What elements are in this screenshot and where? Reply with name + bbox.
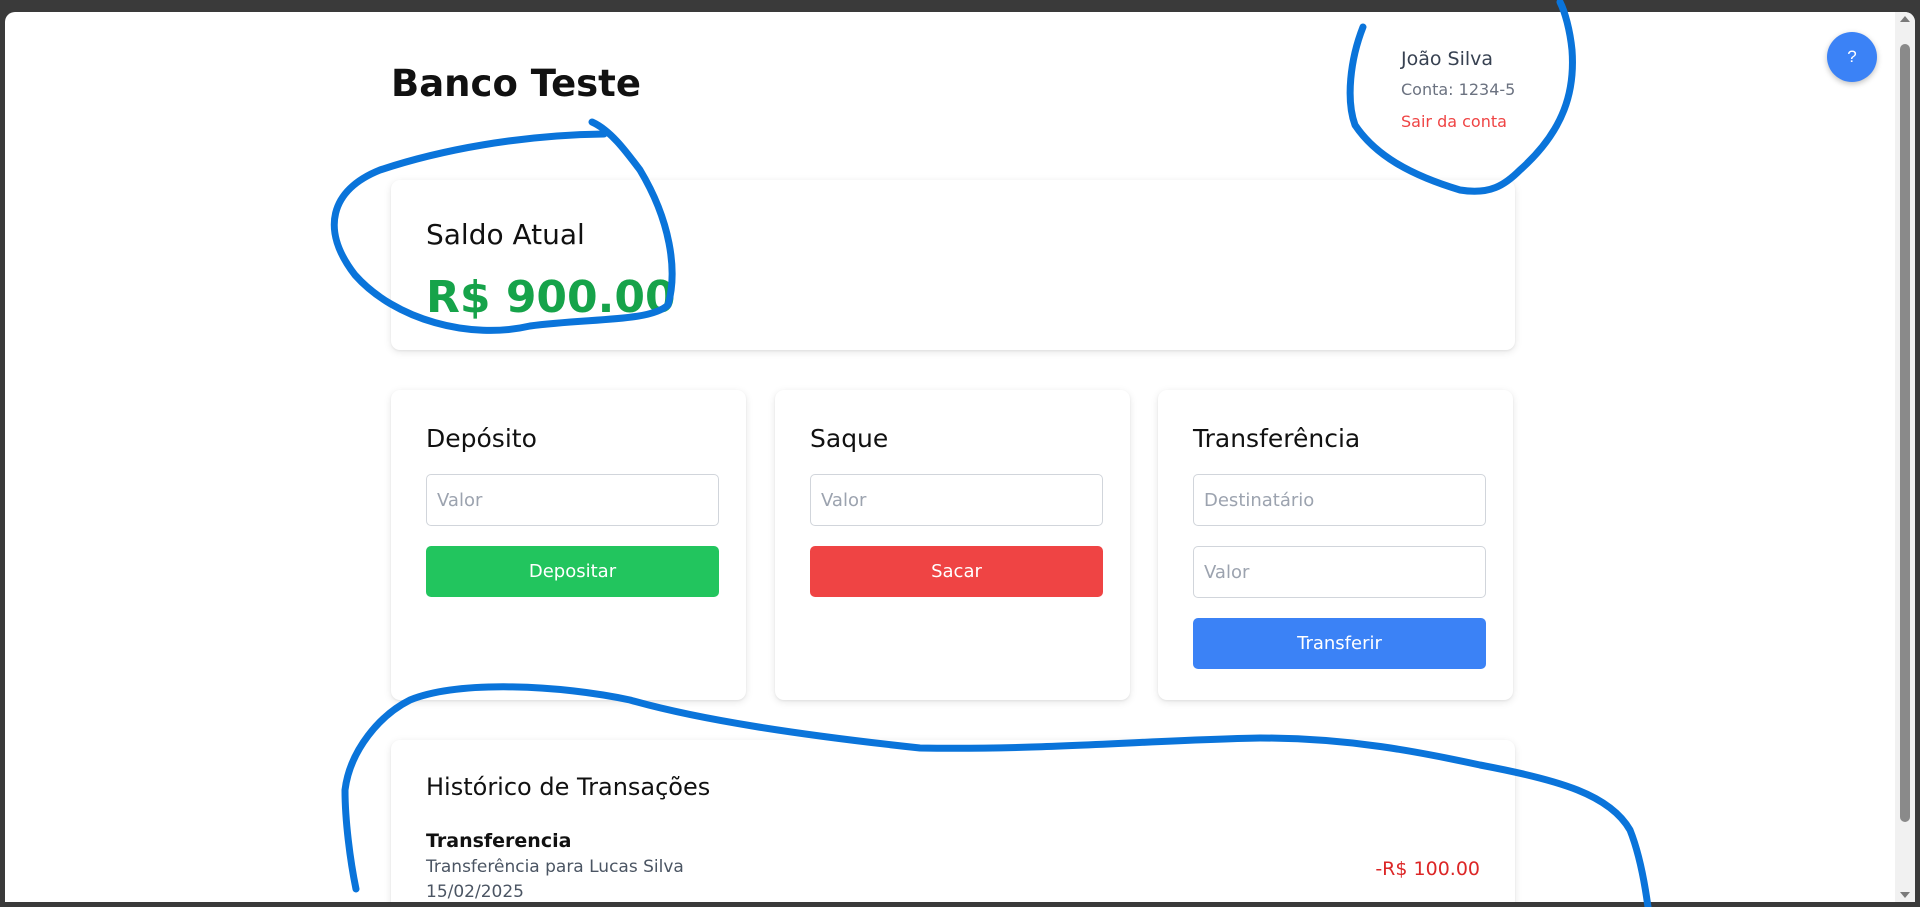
- deposit-card: Depósito Depositar: [391, 390, 746, 700]
- history-title: Histórico de Transações: [426, 773, 711, 801]
- scroll-down-arrow-icon[interactable]: [1900, 892, 1910, 898]
- transfer-button[interactable]: Transferir: [1193, 618, 1486, 669]
- transfer-card: Transferência Transferir: [1158, 390, 1513, 700]
- transaction-item: Transferencia Transferência para Lucas S…: [426, 828, 1480, 902]
- transaction-date: 15/02/2025: [426, 882, 524, 902]
- page-title: Banco Teste: [391, 62, 641, 105]
- help-button[interactable]: ?: [1827, 32, 1877, 82]
- withdraw-amount-input[interactable]: [810, 474, 1103, 526]
- user-info: João Silva Conta: 1234-5 Sair da conta: [1401, 44, 1515, 138]
- balance-title: Saldo Atual: [426, 218, 585, 251]
- scrollbar-thumb[interactable]: [1900, 44, 1910, 822]
- deposit-title: Depósito: [426, 424, 537, 453]
- withdraw-card: Saque Sacar: [775, 390, 1130, 700]
- bank-page: Banco Teste João Silva Conta: 1234-5 Sai…: [5, 12, 1895, 902]
- transfer-title: Transferência: [1193, 424, 1361, 453]
- withdraw-title: Saque: [810, 424, 889, 453]
- browser-viewport: Banco Teste João Silva Conta: 1234-5 Sai…: [5, 12, 1915, 902]
- transfer-recipient-input[interactable]: [1193, 474, 1486, 526]
- vertical-scrollbar[interactable]: [1895, 12, 1915, 902]
- balance-card: Saldo Atual R$ 900.00: [391, 180, 1515, 350]
- user-name: João Silva: [1401, 48, 1494, 70]
- scroll-up-arrow-icon[interactable]: [1900, 16, 1910, 22]
- logout-link[interactable]: Sair da conta: [1401, 106, 1507, 138]
- transaction-description: Transferência para Lucas Silva: [426, 857, 684, 877]
- transaction-type: Transferencia: [426, 830, 572, 852]
- withdraw-button[interactable]: Sacar: [810, 546, 1103, 597]
- balance-value: R$ 900.00: [426, 272, 676, 323]
- deposit-button[interactable]: Depositar: [426, 546, 719, 597]
- transfer-amount-input[interactable]: [1193, 546, 1486, 598]
- transaction-amount: -R$ 100.00: [1375, 858, 1480, 880]
- transaction-history-card: Histórico de Transações Transferencia Tr…: [391, 740, 1515, 902]
- deposit-amount-input[interactable]: [426, 474, 719, 526]
- account-number: Conta: 1234-5: [1401, 80, 1516, 99]
